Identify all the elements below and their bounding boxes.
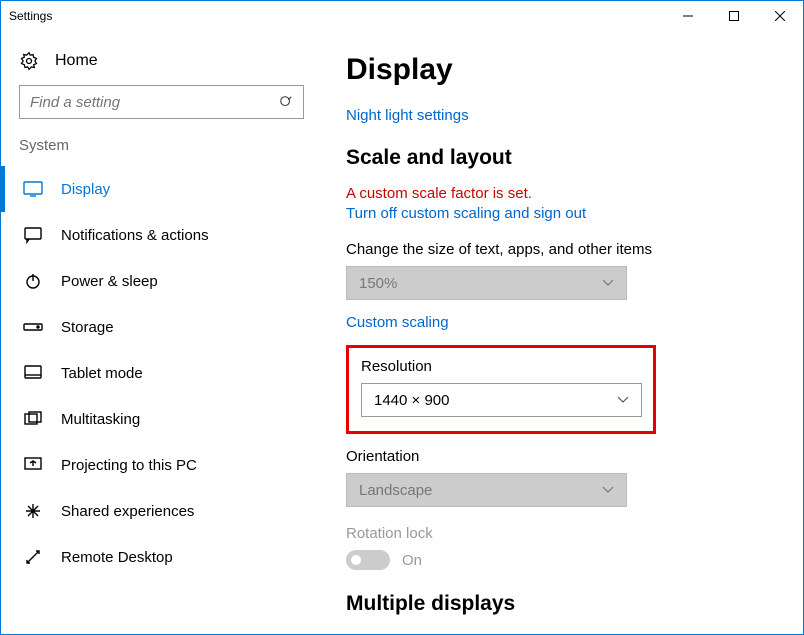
projecting-icon bbox=[23, 457, 43, 473]
sidebar-item-remote[interactable]: Remote Desktop bbox=[1, 534, 322, 580]
orientation-value: Landscape bbox=[359, 482, 432, 499]
sidebar-item-storage[interactable]: Storage bbox=[1, 304, 322, 350]
custom-scaling-link[interactable]: Custom scaling bbox=[346, 314, 773, 331]
search-box[interactable] bbox=[19, 85, 304, 119]
sidebar-item-label: Display bbox=[61, 181, 110, 198]
multiple-displays-heading: Multiple displays bbox=[346, 592, 773, 616]
rotation-lock-toggle[interactable] bbox=[346, 550, 390, 570]
sidebar-item-multitasking[interactable]: Multitasking bbox=[1, 396, 322, 442]
window-body: Home System Display bbox=[1, 31, 803, 634]
power-icon bbox=[23, 272, 43, 290]
sidebar-item-label: Projecting to this PC bbox=[61, 457, 197, 474]
multitask-icon bbox=[23, 411, 43, 427]
rotation-lock-label: Rotation lock bbox=[346, 525, 773, 542]
minimize-button[interactable] bbox=[665, 1, 711, 31]
category-label: System bbox=[1, 137, 322, 166]
sidebar: Home System Display bbox=[1, 31, 322, 634]
chevron-down-icon bbox=[602, 486, 614, 494]
settings-window: Settings Home bbox=[0, 0, 804, 635]
message-icon bbox=[23, 226, 43, 244]
home-nav[interactable]: Home bbox=[1, 43, 322, 85]
sidebar-item-notifications[interactable]: Notifications & actions bbox=[1, 212, 322, 258]
main-content: Display Night light settings Scale and l… bbox=[322, 31, 803, 634]
sidebar-item-label: Notifications & actions bbox=[61, 227, 209, 244]
orientation-dropdown[interactable]: Landscape bbox=[346, 473, 627, 507]
remote-icon bbox=[23, 548, 43, 566]
turn-off-scaling-link[interactable]: Turn off custom scaling and sign out bbox=[346, 204, 773, 224]
gear-icon bbox=[19, 51, 39, 71]
rotation-lock-value: On bbox=[402, 552, 422, 569]
scale-section-heading: Scale and layout bbox=[346, 146, 773, 170]
resolution-highlight: Resolution 1440 × 900 bbox=[346, 345, 656, 434]
night-light-link[interactable]: Night light settings bbox=[346, 107, 773, 124]
monitor-icon bbox=[23, 181, 43, 197]
sidebar-item-label: Multitasking bbox=[61, 411, 140, 428]
storage-icon bbox=[23, 321, 43, 333]
sidebar-item-label: Shared experiences bbox=[61, 503, 194, 520]
sidebar-item-projecting[interactable]: Projecting to this PC bbox=[1, 442, 322, 488]
home-label: Home bbox=[55, 52, 98, 70]
scale-label: Change the size of text, apps, and other… bbox=[346, 241, 773, 258]
window-title: Settings bbox=[9, 9, 52, 23]
sidebar-item-power[interactable]: Power & sleep bbox=[1, 258, 322, 304]
titlebar-controls bbox=[665, 1, 803, 31]
sidebar-item-label: Tablet mode bbox=[61, 365, 143, 382]
scale-warning: A custom scale factor is set. bbox=[346, 184, 773, 204]
scale-value: 150% bbox=[359, 275, 397, 292]
close-button[interactable] bbox=[757, 1, 803, 31]
chevron-down-icon bbox=[617, 396, 629, 404]
resolution-label: Resolution bbox=[361, 358, 641, 375]
resolution-dropdown[interactable]: 1440 × 900 bbox=[361, 383, 642, 417]
scale-dropdown[interactable]: 150% bbox=[346, 266, 627, 300]
tablet-icon bbox=[23, 365, 43, 381]
search-icon bbox=[279, 95, 293, 109]
rotation-lock-toggle-row: On bbox=[346, 550, 773, 570]
sidebar-item-label: Storage bbox=[61, 319, 114, 336]
sidebar-item-label: Remote Desktop bbox=[61, 549, 173, 566]
page-title: Display bbox=[346, 53, 773, 87]
sidebar-item-display[interactable]: Display bbox=[1, 166, 322, 212]
resolution-value: 1440 × 900 bbox=[374, 392, 450, 409]
orientation-label: Orientation bbox=[346, 448, 773, 465]
sidebar-item-label: Power & sleep bbox=[61, 273, 158, 290]
search-wrap bbox=[1, 85, 322, 137]
chevron-down-icon bbox=[602, 279, 614, 287]
sidebar-item-tablet[interactable]: Tablet mode bbox=[1, 350, 322, 396]
maximize-button[interactable] bbox=[711, 1, 757, 31]
shared-icon bbox=[23, 502, 43, 520]
titlebar: Settings bbox=[1, 1, 803, 31]
search-input[interactable] bbox=[30, 94, 279, 111]
sidebar-item-shared[interactable]: Shared experiences bbox=[1, 488, 322, 534]
